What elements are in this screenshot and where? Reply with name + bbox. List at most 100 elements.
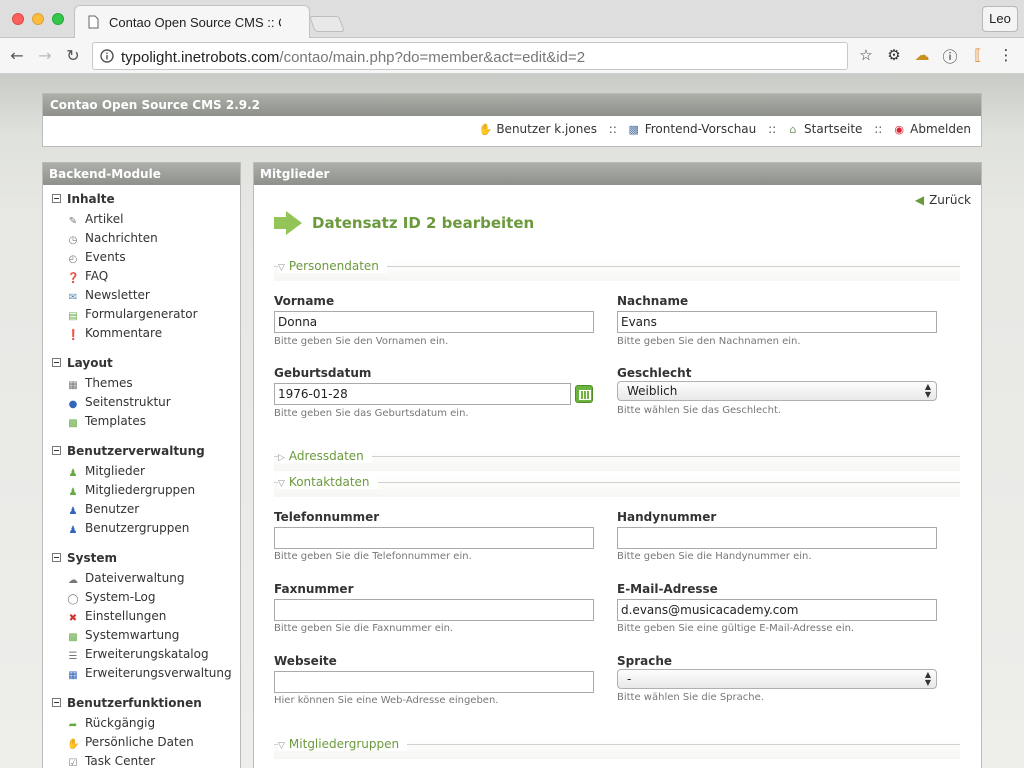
nav-item-artikel[interactable]: ✎ Artikel (52, 210, 198, 229)
dob-input[interactable] (274, 383, 571, 405)
nav-item-erweiterungsverwaltung[interactable]: ▦ Erweiterungsverwaltung (52, 664, 231, 683)
collapse-icon[interactable] (52, 194, 61, 203)
nav-group-toggle[interactable]: Benutzerverwaltung (52, 443, 205, 462)
nav-item-systemwartung[interactable]: ▩ Systemwartung (52, 626, 232, 645)
fieldset-mitgliedergruppen[interactable]: ▽ Mitgliedergruppen (274, 737, 960, 759)
firstname-input[interactable] (274, 311, 594, 333)
phone-input[interactable] (274, 527, 594, 549)
forward-arrow-icon[interactable]: → (35, 46, 55, 65)
themes-icon: ▦ (68, 380, 78, 391)
reload-icon[interactable]: ↻ (63, 46, 83, 65)
address-bar[interactable]: typolight.inetrobots.com/contao/main.php… (92, 42, 848, 70)
firstname-help: Bitte geben Sie den Vornamen ein. (274, 336, 449, 347)
back-link[interactable]: ◀ Zurück (915, 193, 971, 207)
fieldset-kontaktdaten[interactable]: ▽ Kontaktdaten (274, 475, 960, 497)
info-icon[interactable] (100, 49, 114, 63)
firstname-label: Vorname (274, 294, 335, 308)
website-input[interactable] (274, 671, 594, 693)
home-link[interactable]: Startseite (804, 122, 862, 136)
nav-group-toggle[interactable]: Layout (52, 355, 171, 374)
nav-item-system-log[interactable]: ◯ System-Log (52, 588, 232, 607)
language-label: Sprache (617, 654, 673, 668)
nav-group-layout: Layout ▦ Themes ● Seitenstruktur ▩ Template… (52, 355, 171, 431)
gender-select[interactable]: Weiblich ▲ ▼ (617, 381, 937, 401)
collapse-icon[interactable] (52, 553, 61, 562)
personal-data-icon: ✋ (67, 739, 80, 750)
user-link[interactable]: Benutzer k.jones (496, 122, 597, 136)
nav-item-kommentare[interactable]: ❗ Kommentare (52, 324, 198, 343)
gear-icon[interactable]: ⚙ (884, 46, 904, 64)
nav-item-templates[interactable]: ▩ Templates (52, 412, 171, 431)
nav-item-formulargenerator[interactable]: ▤ Formulargenerator (52, 305, 197, 324)
phone-label: Telefonnummer (274, 510, 380, 524)
browser-tab-bar: Contao Open Source CMS :: Contao Leo (0, 0, 1024, 39)
nav-item-label: Kommentare (85, 326, 163, 340)
extension-brackets-icon[interactable]: ⟦ (968, 46, 988, 64)
legend-label: Mitgliedergruppen (288, 737, 400, 751)
nav-item-benutzer[interactable]: ♟ Benutzer (52, 500, 205, 519)
frontend-preview-link[interactable]: Frontend-Vorschau (645, 122, 757, 136)
logout-icon: ◉ (894, 123, 904, 136)
logout-link[interactable]: Abmelden (910, 122, 971, 136)
collapse-icon[interactable] (52, 698, 61, 707)
back-arrow-icon[interactable]: ← (7, 46, 27, 65)
record-heading-text: Datensatz ID 2 bearbeiten (312, 214, 535, 232)
separator: :: (874, 122, 883, 136)
nav-group-benutzerverwaltung: Benutzerverwaltung ♟ Mitglieder ♟ Mitglied… (52, 443, 205, 538)
record-heading: Datensatz ID 2 bearbeiten (274, 211, 534, 235)
fieldset-adressdaten[interactable]: ▷ Adressdaten (274, 449, 960, 471)
bookmark-star-icon[interactable]: ☆ (856, 46, 876, 64)
close-window-button[interactable] (12, 13, 24, 25)
nav-item-newsletter[interactable]: ✉ Newsletter (52, 286, 198, 305)
comment-icon: ❗ (67, 330, 80, 341)
nav-item-seitenstruktur[interactable]: ● Seitenstruktur (52, 393, 171, 412)
nav-item-themes[interactable]: ▦ Themes (52, 374, 171, 393)
header-links: ✋ Benutzer k.jones :: ▩ Frontend-Vorschau … (478, 122, 971, 136)
nav-item-mitgliedergruppen[interactable]: ♟ Mitgliedergruppen (52, 481, 205, 500)
language-select-value: - (627, 672, 632, 686)
back-label: Zurück (929, 193, 971, 207)
nav-item-events[interactable]: ◴ Events (52, 248, 198, 267)
nav-item-einstellungen[interactable]: ✖ Einstellungen (52, 607, 232, 626)
settings-icon: ✖ (68, 613, 78, 624)
nav-item-mitglieder[interactable]: ♟ Mitglieder (52, 462, 205, 481)
nav-item-persoenliche-daten[interactable]: ✋ Persönliche Daten (52, 733, 202, 752)
new-tab-button[interactable] (309, 16, 345, 32)
home-icon: ⌂ (789, 123, 797, 136)
calendar-icon[interactable] (575, 385, 593, 403)
page-icon (88, 15, 99, 29)
lastname-help: Bitte geben Sie den Nachnamen ein. (617, 336, 801, 347)
minimize-window-button[interactable] (32, 13, 44, 25)
lastname-input[interactable] (617, 311, 937, 333)
collapse-icon[interactable] (52, 358, 61, 367)
nav-group-toggle[interactable]: System (52, 550, 232, 569)
nav-item-erweiterungskatalog[interactable]: ☰ Erweiterungskatalog (52, 645, 232, 664)
file-manager-icon: ☁ (68, 575, 78, 586)
nav-item-faq[interactable]: ❓ FAQ (52, 267, 198, 286)
menu-dots-icon[interactable]: ⋮ (996, 46, 1016, 64)
maximize-window-button[interactable] (52, 13, 64, 25)
nav-item-task-center[interactable]: ☑ Task Center (52, 752, 202, 768)
browser-tab-active[interactable]: Contao Open Source CMS :: Contao (74, 5, 310, 39)
nav-item-nachrichten[interactable]: ◷ Nachrichten (52, 229, 198, 248)
language-select[interactable]: - ▲ ▼ (617, 669, 937, 689)
nav-item-rueckgaengig[interactable]: ➦ Rückgängig (52, 714, 202, 733)
extension-info-icon[interactable]: ⓘ (940, 46, 960, 67)
nav-group-toggle[interactable]: Inhalte (52, 191, 198, 210)
collapse-icon[interactable] (52, 446, 61, 455)
catalog-icon: ☰ (68, 651, 78, 662)
maintenance-icon: ▩ (68, 632, 78, 643)
email-input[interactable] (617, 599, 937, 621)
nav-item-label: Themes (85, 376, 133, 390)
extension-basket-icon[interactable]: ☁ (912, 46, 932, 64)
fieldset-personendaten[interactable]: ▽ Personendaten (274, 259, 960, 281)
nav-item-label: Einstellungen (85, 609, 167, 623)
nav-item-dateiverwaltung[interactable]: ☁ Dateiverwaltung (52, 569, 232, 588)
nav-item-label: Erweiterungskatalog (85, 647, 209, 661)
nav-item-benutzergruppen[interactable]: ♟ Benutzergruppen (52, 519, 205, 538)
fax-input[interactable] (274, 599, 594, 621)
nav-group-toggle[interactable]: Benutzerfunktionen (52, 695, 202, 714)
user-icon: ✋ (478, 123, 493, 136)
profile-button[interactable]: Leo (982, 6, 1018, 32)
mobile-input[interactable] (617, 527, 937, 549)
